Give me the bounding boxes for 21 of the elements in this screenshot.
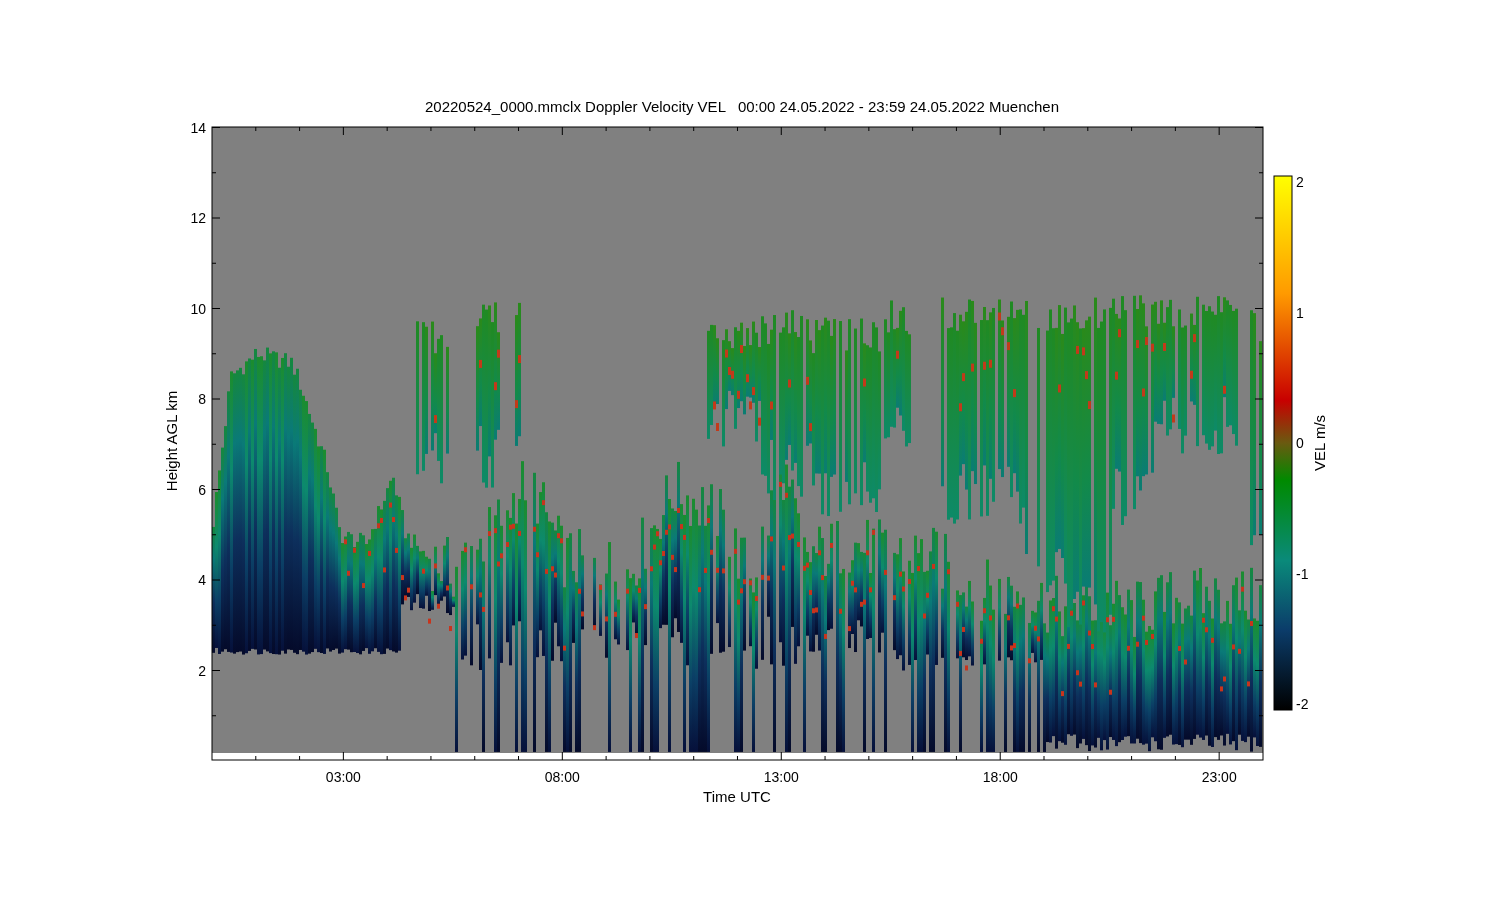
tick-label: 12	[190, 210, 206, 226]
y-axis-label: Height AGL km	[163, 390, 180, 492]
tick-label: 10	[190, 300, 206, 317]
tick-label: 2	[1296, 174, 1304, 190]
tick-label: 0	[1296, 435, 1304, 451]
tick-label: 6	[198, 481, 206, 498]
x-axis-label: Time UTC	[703, 788, 771, 805]
tick-label: 2	[198, 662, 206, 679]
tick-label: -2	[1296, 696, 1309, 712]
tick-label: 14	[190, 119, 206, 136]
colorbar-label: VEL m/s	[1311, 414, 1328, 472]
tick-label: 8	[198, 391, 206, 407]
tick-label: -1	[1296, 565, 1309, 582]
tick-label: 13:00	[763, 769, 799, 785]
chart-title: 20220524_0000.mmclx Doppler Velocity VEL 00:00 24.05.2022 - 23:59 24.05.2022 Muenchen	[424, 98, 1060, 115]
tick-label: 23:00	[1201, 769, 1237, 785]
tick-label: 08:00	[544, 769, 580, 785]
tick-label: 18:00	[982, 769, 1018, 785]
tick-label: 4	[198, 572, 206, 588]
tick-label: 03:00	[325, 769, 361, 785]
tick-label: 1	[1296, 304, 1304, 321]
